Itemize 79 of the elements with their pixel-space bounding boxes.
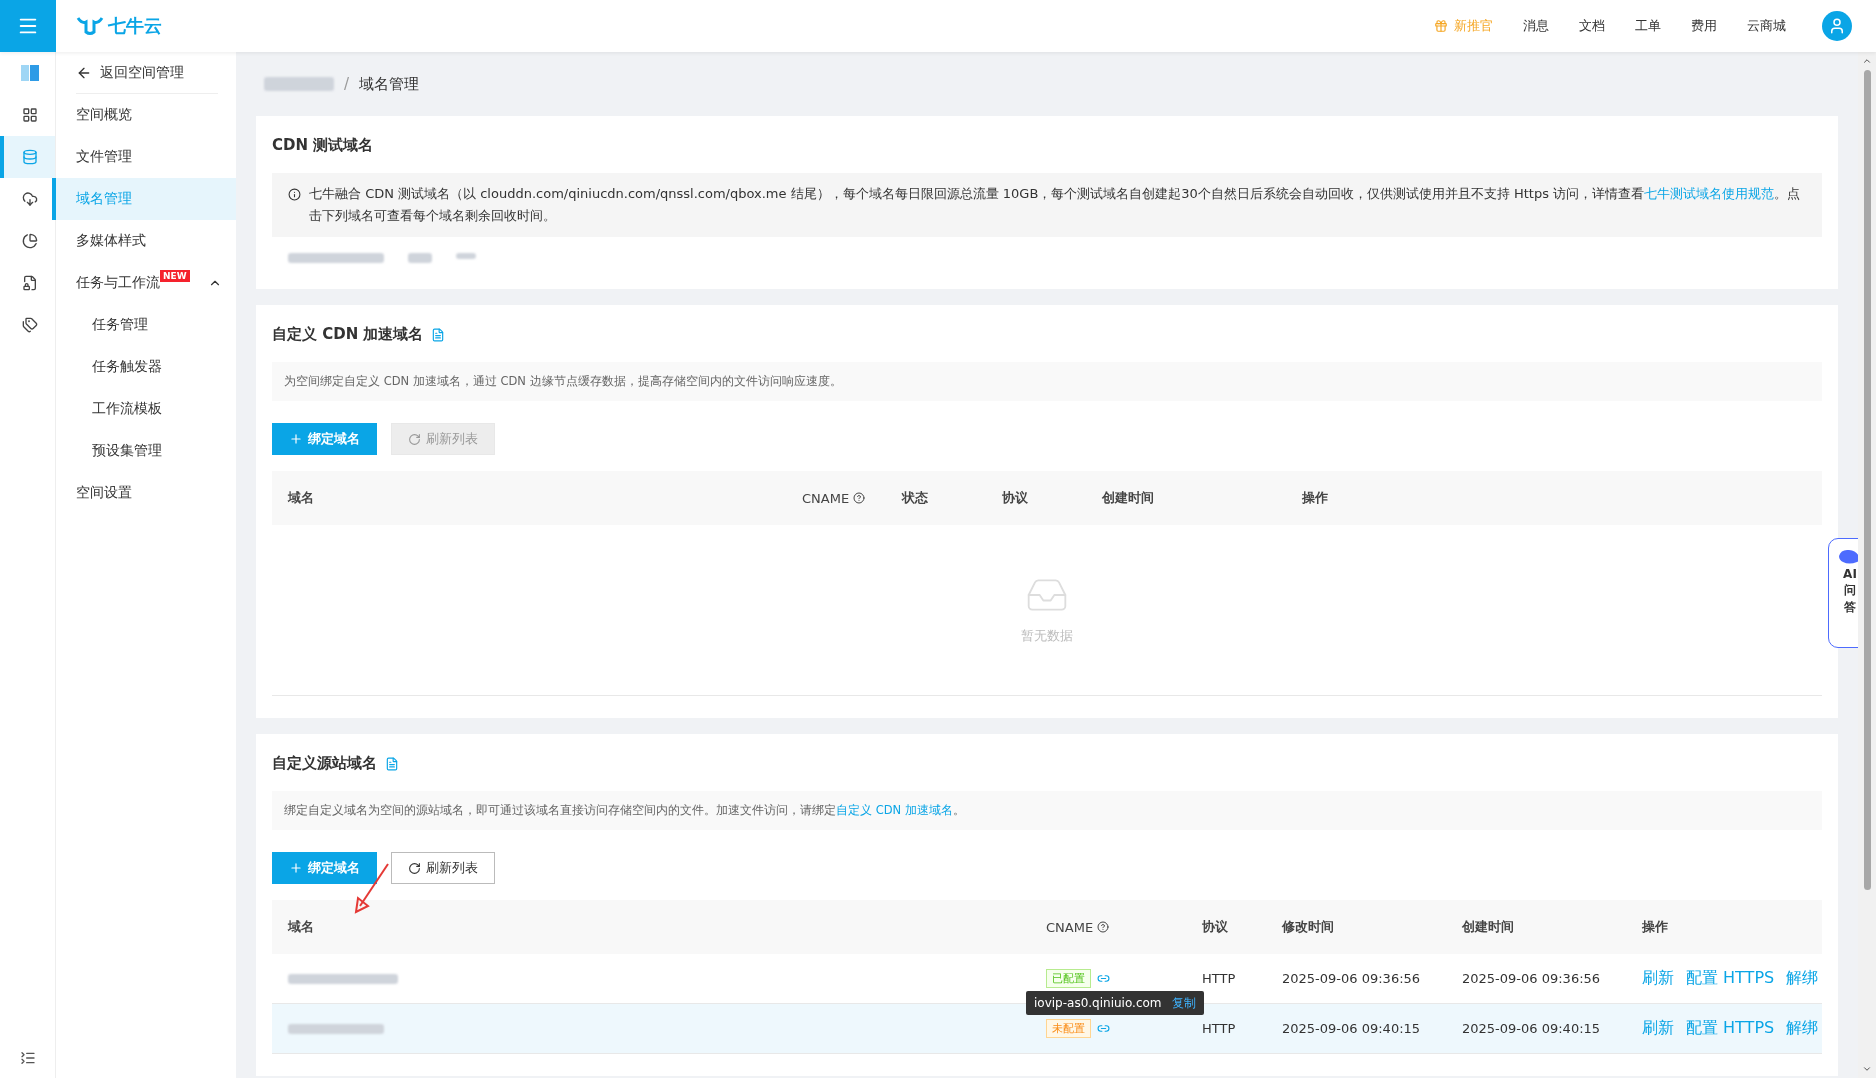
column-header: 创建时间 [1462, 918, 1515, 936]
user-icon [1828, 17, 1846, 35]
column-header: 操作 [1642, 918, 1669, 936]
pie-chart-icon [21, 233, 38, 249]
table-cell-text: 2025-09-06 09:40:15 [1462, 1021, 1602, 1036]
column-header: 域名 [288, 918, 315, 936]
scrollbar-thumb[interactable] [1863, 70, 1871, 890]
nav-link[interactable]: 云商城 [1747, 17, 1786, 35]
empty-text: 暂无数据 [1021, 627, 1073, 645]
new-badge: NEW [160, 270, 190, 282]
column-header: 操作 [1302, 489, 1329, 507]
column-header: CNAME [802, 490, 902, 506]
status-tag: 未配置 [1046, 1019, 1091, 1038]
refresh-button[interactable]: 刷新列表 [391, 852, 495, 884]
column-header: 域名 [288, 489, 315, 507]
sidebar-subitem[interactable]: 工作流模板 [52, 388, 236, 430]
document-icon[interactable] [385, 756, 399, 771]
sidebar-item[interactable]: 多媒体样式 [52, 220, 236, 262]
ai-label: 答 [1844, 599, 1856, 615]
plus-icon [289, 432, 303, 446]
redacted-text [264, 77, 334, 91]
plus-icon [289, 861, 303, 875]
table-cell-text: 2025-09-06 09:36:56 [1282, 971, 1422, 986]
notice-text: 七牛融合 CDN 测试域名（以 clouddn.com/qiniucdn.com/qnssl.com/qbox.me 结尾），每个域名每日限回源总流量 10GB，每个测试域名自创建起30个自然日后系统会自动回收，仅供测试使用并且不支持 Https 访问，详情查看七牛测试域名使用规范。点击下列域名可查看每个域名剩余回收时间。 [309, 185, 1802, 225]
table-cell-text: 2025-09-06 09:40:15 [1282, 1021, 1422, 1036]
column-header: 协议 [1202, 918, 1229, 936]
ai-assistant-button[interactable]: AI 问 答 [1828, 538, 1858, 648]
sidebar-subitem[interactable]: 任务触发器 [52, 346, 236, 388]
ai-label: 问 [1844, 583, 1856, 598]
redacted-text [456, 253, 476, 259]
column-header: CNAME [1046, 919, 1202, 935]
table-cell-text: HTTP [1202, 971, 1237, 986]
section-title: CDN 测试域名 [272, 136, 375, 155]
nav-link[interactable]: 工单 [1635, 17, 1661, 35]
status-tag: 已配置 [1046, 969, 1091, 988]
database-icon [21, 149, 38, 165]
scroll-down-icon[interactable] [1862, 1064, 1872, 1074]
nav-link[interactable]: 费用 [1691, 17, 1717, 35]
nav-link[interactable]: 文档 [1579, 17, 1605, 35]
menu-button[interactable] [0, 0, 56, 52]
column-header: 创建时间 [1102, 489, 1155, 507]
column-header: 协议 [1002, 489, 1029, 507]
section-description: 绑定自定义域名为空间的源站域名，即可通过该域名直接访问存储空间内的文件。加速文件访问，请绑定自定义 CDN 加速域名。 [272, 791, 1822, 830]
bucket-icon [19, 64, 40, 82]
sidebar-item[interactable]: 空间设置 [52, 472, 236, 514]
cloud-icon [21, 191, 38, 207]
breadcrumb-current: 域名管理 [359, 74, 420, 94]
nav-link[interactable]: 消息 [1523, 17, 1549, 35]
sidebar-subitem[interactable]: 预设集管理 [52, 430, 236, 472]
gift-icon [1434, 19, 1448, 33]
sidebar-item[interactable]: 空间概览 [52, 94, 236, 136]
section-description: 为空间绑定自定义 CDN 加速域名，通过 CDN 边缘节点缓存数据，提高存储空间内的文件访问响应速度。 [272, 362, 1822, 401]
sidebar-item[interactable]: 文件管理 [52, 136, 236, 178]
document-icon[interactable] [431, 327, 446, 342]
redacted-text [408, 253, 432, 263]
back-link[interactable]: 返回空间管理 [76, 52, 218, 94]
tags-icon [21, 317, 38, 333]
section-title: 自定义源站域名 [272, 754, 377, 773]
link-icon[interactable] [1097, 1022, 1110, 1035]
collapse-icon[interactable] [19, 1050, 36, 1066]
refresh-icon [408, 432, 421, 446]
info-icon [288, 188, 301, 201]
section-title: 自定义 CDN 加速域名 [272, 325, 424, 344]
breadcrumb-separator: / [344, 75, 350, 93]
sidebar-subitem[interactable]: 任务管理 [52, 304, 236, 346]
grid-icon [21, 107, 38, 123]
scroll-up-icon[interactable] [1862, 56, 1872, 66]
column-header: 状态 [902, 489, 929, 507]
column-header: 修改时间 [1282, 918, 1335, 936]
ai-label: AI [1843, 567, 1857, 582]
sidebar-item[interactable]: 任务与工作流 NEW [52, 262, 236, 304]
file-lock-icon [21, 275, 38, 291]
table-cell-text: 2025-09-06 09:36:56 [1462, 971, 1602, 986]
table-cell-text: HTTP [1202, 1021, 1237, 1036]
help-icon[interactable] [1097, 921, 1110, 933]
link-icon[interactable] [1097, 972, 1110, 985]
refresh-icon [408, 861, 421, 875]
help-icon[interactable] [853, 492, 866, 504]
avatar-icon[interactable] [1822, 11, 1852, 41]
